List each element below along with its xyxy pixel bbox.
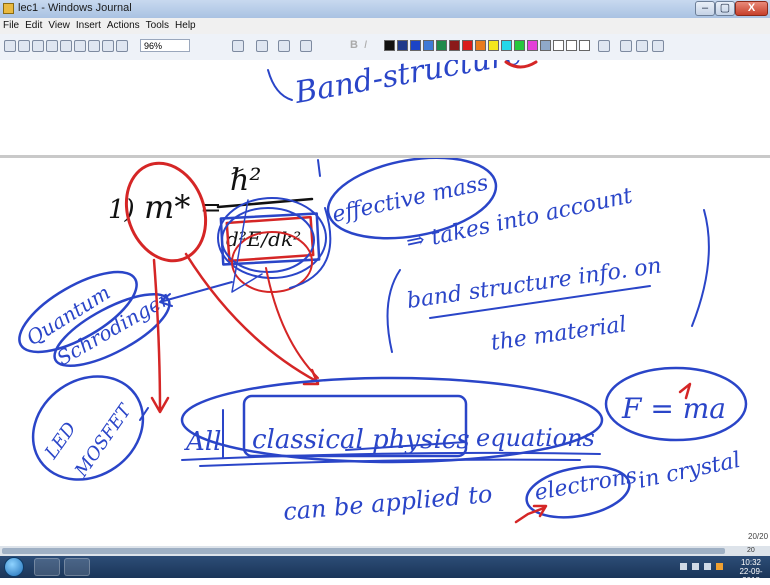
ink-all: All bbox=[184, 427, 221, 457]
open-folder-icon[interactable] bbox=[18, 40, 30, 52]
page-indicator: 20/20 bbox=[748, 532, 769, 541]
pen-color-swatch[interactable] bbox=[553, 40, 564, 51]
italic-icon[interactable]: I bbox=[364, 39, 376, 51]
explorer-taskbar-icon[interactable] bbox=[34, 558, 60, 576]
pen-color-swatch[interactable] bbox=[410, 40, 421, 51]
highlighter-icon[interactable] bbox=[74, 40, 86, 52]
pen-icon[interactable] bbox=[60, 40, 72, 52]
new-note-icon[interactable] bbox=[4, 40, 16, 52]
ink-hbar-squared: ℏ² bbox=[230, 163, 261, 198]
window-title: lec1 - Windows Journal bbox=[18, 2, 132, 14]
maximize-button[interactable]: ▢ bbox=[715, 1, 735, 16]
zoom-in-icon[interactable] bbox=[636, 40, 648, 52]
zoom-out-icon[interactable] bbox=[652, 40, 664, 52]
volume-tray-icon[interactable] bbox=[704, 563, 711, 570]
ink-electrons: electrons bbox=[533, 463, 639, 506]
ink-equations: equations bbox=[476, 424, 595, 452]
lasso-tool-icon[interactable] bbox=[300, 40, 312, 52]
pen-color-swatch[interactable] bbox=[501, 40, 512, 51]
pen-color-swatch[interactable] bbox=[423, 40, 434, 51]
pen-color-swatch[interactable] bbox=[462, 40, 473, 51]
zoom-fit-icon[interactable] bbox=[620, 40, 632, 52]
selection-icon[interactable] bbox=[102, 40, 114, 52]
eraser-tool-icon[interactable] bbox=[278, 40, 290, 52]
ink-band-structure-fragment: Band-structure bbox=[291, 60, 525, 111]
pen-color-swatch[interactable] bbox=[397, 40, 408, 51]
menu-edit[interactable]: Edit bbox=[22, 18, 45, 31]
undo-icon[interactable] bbox=[116, 40, 128, 52]
color-picker-icon[interactable] bbox=[598, 40, 610, 52]
pen-color-swatch[interactable] bbox=[488, 40, 499, 51]
journal-taskbar-icon[interactable] bbox=[64, 558, 90, 576]
menu-actions[interactable]: Actions bbox=[104, 18, 143, 31]
menu-tools[interactable]: Tools bbox=[143, 18, 172, 31]
network-tray-icon[interactable] bbox=[692, 563, 699, 570]
ink-in-crystal: in crystal bbox=[636, 448, 743, 494]
ink-mosfet: MOSFET bbox=[70, 399, 137, 482]
pen-color-swatch[interactable] bbox=[449, 40, 460, 51]
pen-tool-icon[interactable] bbox=[232, 40, 244, 52]
ink-mass-symbol: m* bbox=[144, 188, 190, 226]
ink-led: LED bbox=[40, 418, 81, 464]
pen-color-swatch[interactable] bbox=[384, 40, 395, 51]
pen-color-swatch[interactable] bbox=[540, 40, 551, 51]
zoom-select[interactable]: 96% bbox=[140, 39, 190, 52]
scrollbar-thumb[interactable] bbox=[2, 548, 725, 554]
eraser-icon[interactable] bbox=[88, 40, 100, 52]
journal-canvas[interactable]: Band-structure 1) m* = ℏ² d²E/dk² effect… bbox=[0, 60, 770, 546]
menu-file[interactable]: File bbox=[0, 18, 22, 31]
ink-newton-law: F = ma bbox=[621, 392, 726, 425]
toolbar: 96% B I bbox=[0, 34, 770, 61]
ink-classical-physics: classical physics bbox=[252, 425, 470, 455]
taskbar: 10:32 22-09-2018 bbox=[0, 556, 770, 585]
highlighter-tool-icon[interactable] bbox=[256, 40, 268, 52]
handwriting-ink: Band-structure 1) m* = ℏ² d²E/dk² effect… bbox=[18, 60, 748, 526]
save-icon[interactable] bbox=[32, 40, 44, 52]
ink-the-material: the material bbox=[489, 312, 628, 356]
menu-view[interactable]: View bbox=[45, 18, 73, 31]
menu-insert[interactable]: Insert bbox=[73, 18, 104, 31]
pen-color-swatch[interactable] bbox=[566, 40, 577, 51]
menu-bar: File Edit View Insert Actions Tools Help bbox=[0, 18, 770, 34]
bold-icon[interactable]: B bbox=[350, 39, 362, 51]
system-clock[interactable]: 10:32 22-09-2018 bbox=[733, 558, 769, 585]
page-separator bbox=[0, 155, 770, 158]
pen-color-swatch[interactable] bbox=[436, 40, 447, 51]
minimize-button[interactable]: – bbox=[695, 1, 715, 16]
update-tray-icon[interactable] bbox=[716, 563, 723, 570]
pen-color-swatch[interactable] bbox=[579, 40, 590, 51]
pen-color-swatch[interactable] bbox=[514, 40, 525, 51]
pen-color-swatch[interactable] bbox=[475, 40, 486, 51]
ink-band-structure-info: band structure info. on bbox=[405, 253, 663, 313]
horizontal-scrollbar[interactable] bbox=[0, 546, 770, 556]
close-button[interactable]: X bbox=[735, 1, 768, 16]
title-bar: lec1 - Windows Journal – ▢ X bbox=[0, 0, 770, 18]
flag-tray-icon[interactable] bbox=[680, 563, 687, 570]
clock-time: 10:32 bbox=[740, 558, 762, 567]
journal-app-icon bbox=[3, 3, 14, 14]
ink-item-number: 1) bbox=[108, 195, 135, 225]
clock-date: 22-09-2018 bbox=[739, 567, 763, 585]
pen-color-swatch[interactable] bbox=[527, 40, 538, 51]
menu-help[interactable]: Help bbox=[172, 18, 199, 31]
ink-can-be-applied: can be applied to bbox=[282, 480, 493, 526]
page-count: 20 bbox=[747, 547, 755, 554]
start-button[interactable] bbox=[4, 557, 24, 577]
print-icon[interactable] bbox=[46, 40, 58, 52]
